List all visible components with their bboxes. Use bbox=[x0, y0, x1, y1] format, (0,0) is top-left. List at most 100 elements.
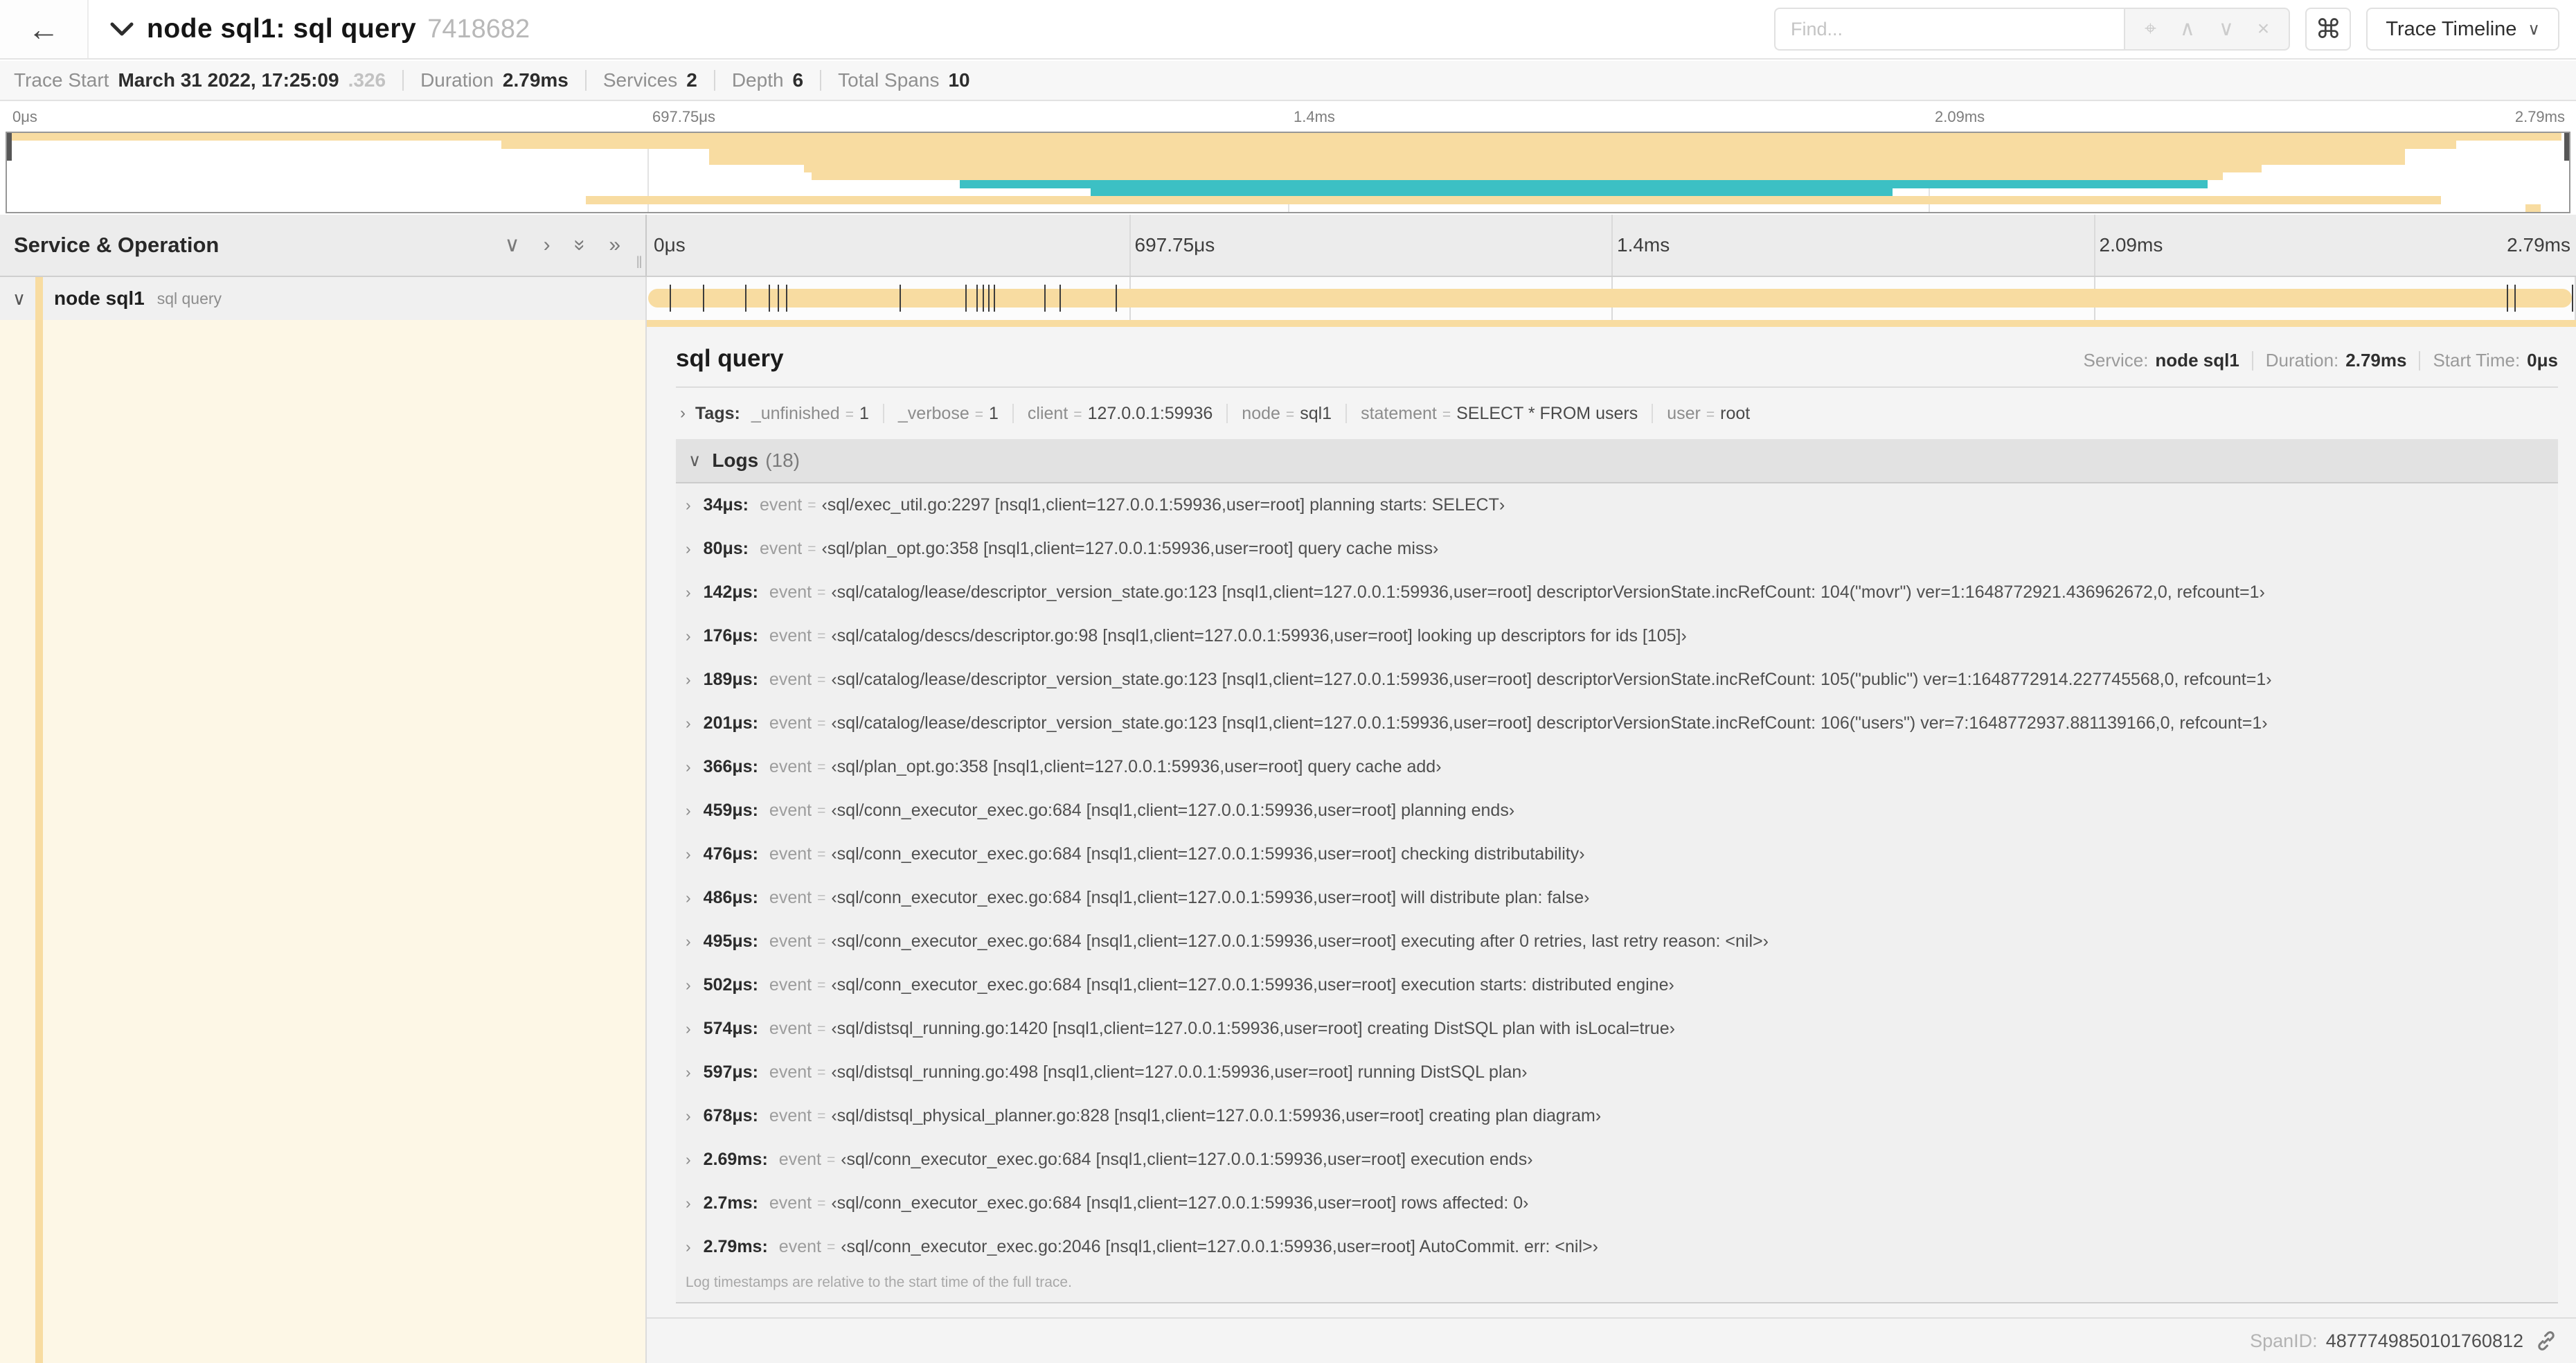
log-entry-row[interactable]: › 486μs: event = ‹sql/conn_executor_exec.go:… bbox=[676, 876, 2558, 920]
log-entry-row[interactable]: › 189μs: event = ‹sql/catalog/lease/descript… bbox=[676, 658, 2558, 702]
log-marker bbox=[1115, 285, 1117, 312]
log-entry-row[interactable]: › 678μs: event = ‹sql/distsql_physical_plann… bbox=[676, 1094, 2558, 1138]
equals-sign: = bbox=[817, 802, 826, 819]
tag-key: client bbox=[1027, 403, 1068, 423]
equals-sign: = bbox=[817, 977, 826, 993]
chevron-right-icon[interactable]: › bbox=[686, 976, 691, 995]
trace-collapse-chevron-icon[interactable] bbox=[109, 21, 134, 37]
link-icon[interactable] bbox=[2534, 1329, 2558, 1353]
chevron-right-icon[interactable]: › bbox=[686, 496, 691, 515]
span-detail-meta: Service: node sql1 Duration: 2.79ms Start Ti… bbox=[2084, 350, 2559, 371]
log-marker bbox=[1044, 285, 1046, 312]
timeline-header-row: Service & Operation ∨ › » » ‖ 0μs 697.75μs 1.… bbox=[0, 215, 2576, 277]
time-axis-tick: 697.75μs bbox=[652, 108, 715, 125]
divider bbox=[2419, 350, 2421, 371]
chevron-right-icon[interactable]: › bbox=[686, 627, 691, 645]
span-id-value: 4877749850101760812 bbox=[2325, 1330, 2523, 1351]
log-entry-row[interactable]: › 502μs: event = ‹sql/conn_executor_exec.go:… bbox=[676, 963, 2558, 1007]
divider bbox=[713, 70, 715, 91]
equals-sign: = bbox=[817, 1020, 826, 1037]
chevron-right-icon[interactable]: › bbox=[686, 889, 691, 907]
span-row-name-cell[interactable]: ∨ node sql1 sql query bbox=[0, 277, 645, 320]
locate-icon[interactable]: ⌖ bbox=[2145, 19, 2156, 39]
minimap-span-bar bbox=[811, 172, 2224, 181]
log-field-value: ‹sql/conn_executor_exec.go:684 [nsql1,cl… bbox=[841, 1150, 1533, 1169]
collapse-all-icon[interactable]: » bbox=[609, 235, 620, 256]
log-entry-row[interactable]: › 176μs: event = ‹sql/catalog/descs/descript… bbox=[676, 614, 2558, 658]
expand-one-icon[interactable]: ∨ bbox=[505, 235, 520, 256]
log-entry-row[interactable]: › 366μs: event = ‹sql/plan_opt.go:358 [nsql1… bbox=[676, 745, 2558, 789]
time-axis-tick: 697.75μs bbox=[1134, 234, 1215, 256]
log-entry-row[interactable]: › 2.79ms: event = ‹sql/conn_executor_exec.go… bbox=[676, 1225, 2558, 1269]
minimap-right-handle[interactable] bbox=[2564, 133, 2569, 161]
chevron-right-icon[interactable]: › bbox=[680, 404, 686, 423]
log-marker bbox=[965, 285, 967, 312]
chevron-right-icon[interactable]: › bbox=[686, 714, 691, 733]
log-field-value: ‹sql/conn_executor_exec.go:684 [nsql1,cl… bbox=[831, 888, 1590, 907]
chevron-right-icon[interactable]: › bbox=[686, 1194, 691, 1213]
summary-item: Services 2 bbox=[603, 69, 697, 91]
chevron-down-icon[interactable]: ∨ bbox=[12, 288, 26, 310]
chevron-right-icon[interactable]: › bbox=[686, 1238, 691, 1256]
chevron-right-icon[interactable]: › bbox=[686, 540, 691, 558]
log-field-value: ‹sql/catalog/descs/descriptor.go:98 [nsq… bbox=[831, 626, 1687, 645]
tags-accordion[interactable]: › Tags: _unfinished = 1 _verbose = 1 client = 127.… bbox=[676, 395, 2558, 432]
log-field-value: ‹sql/distsql_physical_planner.go:828 [ns… bbox=[831, 1106, 1602, 1125]
log-field-key: event bbox=[760, 495, 803, 515]
expand-all-icon[interactable]: » bbox=[569, 240, 591, 251]
log-entry-row[interactable]: › 142μs: event = ‹sql/catalog/lease/descript… bbox=[676, 571, 2558, 614]
chevron-right-icon[interactable]: › bbox=[686, 1107, 691, 1125]
log-entry-row[interactable]: › 201μs: event = ‹sql/catalog/lease/descript… bbox=[676, 702, 2558, 745]
chevron-right-icon[interactable]: › bbox=[686, 583, 691, 602]
chevron-right-icon[interactable]: › bbox=[686, 758, 691, 776]
summary-value-suffix: .326 bbox=[348, 69, 386, 91]
equals-sign: = bbox=[817, 627, 826, 644]
divider bbox=[676, 386, 2558, 388]
chevron-right-icon[interactable]: › bbox=[686, 1019, 691, 1038]
chevron-right-icon[interactable]: › bbox=[686, 932, 691, 951]
equals-sign: = bbox=[817, 1107, 826, 1124]
log-entry-row[interactable]: › 2.7ms: event = ‹sql/conn_executor_exec.go:… bbox=[676, 1182, 2558, 1225]
log-entry-row[interactable]: › 574μs: event = ‹sql/distsql_running.go:142… bbox=[676, 1007, 2558, 1051]
span-detail-left-column bbox=[0, 320, 645, 1363]
log-entry-row[interactable]: › 476μs: event = ‹sql/conn_executor_exec.go:… bbox=[676, 832, 2558, 876]
prev-match-icon[interactable]: ∧ bbox=[2180, 19, 2195, 39]
span-operation-name: sql query bbox=[156, 289, 222, 308]
equals-sign: = bbox=[1073, 406, 1082, 422]
detail-meta-label: Start Time: bbox=[2433, 350, 2521, 371]
minimap-canvas[interactable] bbox=[6, 132, 2570, 213]
view-selector-button[interactable]: Trace Timeline ∨ bbox=[2366, 8, 2559, 51]
keyboard-shortcuts-button[interactable]: ⌘ bbox=[2305, 8, 2352, 51]
chevron-right-icon[interactable]: › bbox=[686, 1063, 691, 1082]
log-entry-row[interactable]: › 459μs: event = ‹sql/conn_executor_exec.go:… bbox=[676, 789, 2558, 832]
chevron-right-icon[interactable]: › bbox=[686, 801, 691, 820]
back-button[interactable]: ← bbox=[0, 0, 89, 58]
log-entry-row[interactable]: › 597μs: event = ‹sql/distsql_running.go:498… bbox=[676, 1051, 2558, 1094]
next-match-icon[interactable]: ∨ bbox=[2219, 19, 2234, 39]
minimap-span-bar bbox=[1091, 188, 1893, 197]
minimap-left-handle[interactable] bbox=[7, 133, 12, 161]
log-entry-row[interactable]: › 495μs: event = ‹sql/conn_executor_exec.go:… bbox=[676, 920, 2558, 963]
log-entry-row[interactable]: › 34μs: event = ‹sql/exec_util.go:2297 [nsql… bbox=[676, 483, 2558, 527]
chevron-right-icon[interactable]: › bbox=[686, 1150, 691, 1169]
collapse-one-icon[interactable]: › bbox=[544, 235, 551, 256]
log-entry-row[interactable]: › 80μs: event = ‹sql/plan_opt.go:358 [nsql1,… bbox=[676, 527, 2558, 571]
equals-sign: = bbox=[817, 758, 826, 775]
log-field-value: ‹sql/plan_opt.go:358 [nsql1,client=127.0… bbox=[831, 757, 1442, 776]
logs-accordion-header[interactable]: ∨ Logs (18) bbox=[676, 439, 2558, 483]
summary-label: Trace Start bbox=[14, 69, 109, 91]
equals-sign: = bbox=[817, 715, 826, 731]
log-field-key: event bbox=[769, 844, 812, 864]
equals-sign: = bbox=[817, 584, 826, 600]
chevron-right-icon[interactable]: › bbox=[686, 845, 691, 864]
log-time: 142μs: bbox=[703, 582, 758, 602]
find-input[interactable] bbox=[1773, 8, 2124, 51]
clear-find-icon[interactable]: × bbox=[2257, 19, 2270, 39]
log-entry-row[interactable]: › 2.69ms: event = ‹sql/conn_executor_exec.go… bbox=[676, 1138, 2558, 1182]
chevron-right-icon[interactable]: › bbox=[686, 670, 691, 689]
time-axis-tick: 2.79ms bbox=[2514, 108, 2565, 125]
log-field-value: ‹sql/exec_util.go:2297 [nsql1,client=127… bbox=[821, 495, 1505, 515]
log-rows: › 34μs: event = ‹sql/exec_util.go:2297 [nsql… bbox=[676, 483, 2558, 1269]
column-resize-handle[interactable]: ‖ bbox=[636, 253, 643, 273]
span-bar[interactable] bbox=[648, 289, 2572, 308]
